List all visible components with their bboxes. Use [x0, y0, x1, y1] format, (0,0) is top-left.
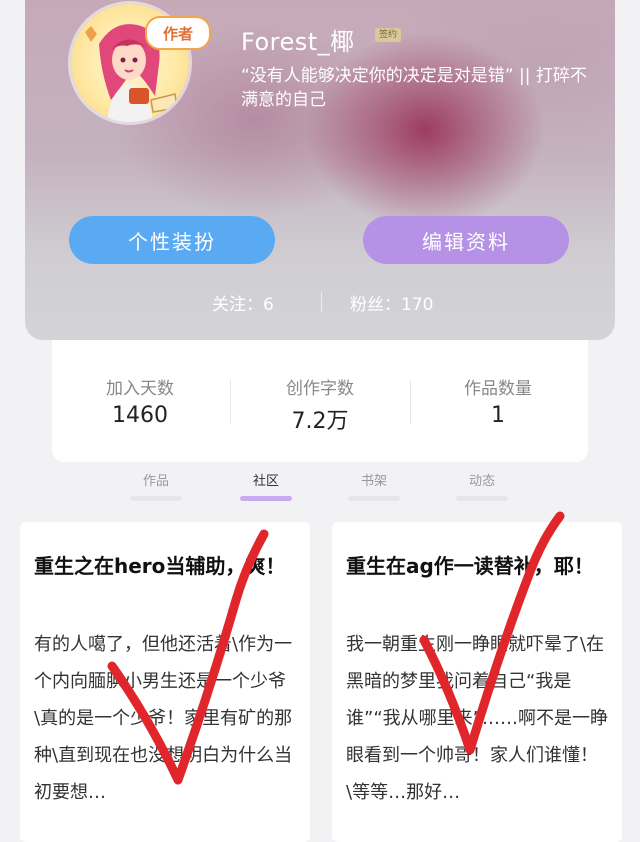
tab-bookshelf[interactable]: 书架	[334, 470, 414, 489]
stat-label: 创作字数	[286, 379, 354, 399]
stat-join-days: 加入天数 1460	[50, 374, 230, 428]
stat-word-count: 创作字数 7.2万	[230, 374, 410, 435]
divider	[321, 292, 322, 312]
author-tag: 作者	[145, 16, 211, 50]
tab-underline-active	[240, 496, 292, 501]
tab-underline	[348, 496, 400, 501]
tab-underline	[456, 496, 508, 501]
stat-works-count: 作品数量 1	[408, 374, 588, 428]
post-title: 重生在ag作一读替补，耶！	[346, 554, 594, 578]
profile-header: 作者 Forest_椰 签约 “没有人能够决定你的决定是对是错” || 打碎不满…	[25, 0, 615, 340]
following-count[interactable]: 关注：6	[212, 290, 274, 315]
stat-value: 7.2万	[291, 409, 349, 434]
signed-badge: 签约	[375, 28, 402, 42]
dressup-button[interactable]: 个性装扮	[69, 216, 275, 264]
edit-profile-button[interactable]: 编辑资料	[363, 216, 569, 264]
profile-bio: “没有人能够决定你的决定是对是错” || 打碎不满意的自己	[241, 66, 587, 110]
stats-card: 加入天数 1460 创作字数 7.2万 作品数量 1	[52, 340, 588, 462]
stat-label: 作品数量	[464, 379, 532, 399]
post-title: 重生之在hero当辅助，爽！	[34, 554, 286, 578]
stat-label: 加入天数	[106, 379, 174, 399]
username: Forest_椰	[241, 28, 355, 56]
post-excerpt: 我一朝重生刚一睁眼就吓晕了\在黑暗的梦里我问着自己“我是谁”“我从哪里来”……啊…	[346, 634, 608, 803]
post-card[interactable]: 重生在ag作一读替补，耶！ 我一朝重生刚一睁眼就吓晕了\在黑暗的梦里我问着自己“…	[332, 522, 622, 842]
post-excerpt: 有的人噶了，但他还活着\作为一个内向腼腆小男生还是一个少爷\真的是一个少爷！家里…	[34, 634, 293, 803]
stat-value: 1	[491, 403, 505, 428]
stat-value: 1460	[112, 403, 168, 428]
post-card[interactable]: 重生之在hero当辅助，爽！ 有的人噶了，但他还活着\作为一个内向腼腆小男生还是…	[20, 522, 310, 842]
tab-works[interactable]: 作品	[116, 470, 196, 489]
tab-underline	[130, 496, 182, 501]
fans-count[interactable]: 粉丝：170	[350, 290, 433, 315]
tab-activity[interactable]: 动态	[442, 470, 522, 489]
tab-community[interactable]: 社区	[226, 470, 306, 489]
